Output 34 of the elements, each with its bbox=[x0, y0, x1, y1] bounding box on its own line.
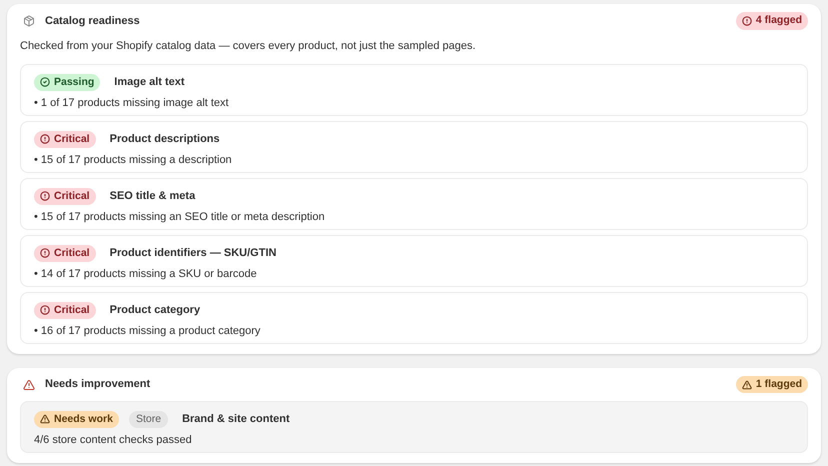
section-title: Catalog readiness bbox=[45, 14, 140, 29]
check-title: Brand & site content bbox=[182, 412, 290, 428]
alert-circle-icon bbox=[742, 16, 752, 26]
check-detail: • 15 of 17 products missing an SEO title or meta description bbox=[34, 210, 326, 226]
status-badge: Critical bbox=[34, 188, 96, 206]
status-badge: 1 flagged bbox=[736, 376, 808, 394]
warning-icon bbox=[40, 414, 50, 424]
alert-circle-icon bbox=[40, 134, 50, 144]
package-icon bbox=[23, 15, 35, 27]
status-badge: Critical bbox=[34, 130, 96, 148]
status-badge: Critical bbox=[34, 302, 96, 320]
check-circle-icon bbox=[40, 77, 50, 88]
status-badge: Critical bbox=[34, 244, 96, 262]
status-badge: 4 flagged bbox=[736, 12, 808, 30]
check-detail: • 1 of 17 products missing image alt text bbox=[34, 96, 230, 112]
check-title: Product category bbox=[110, 303, 200, 318]
check-title: Product identifiers — SKU/GTIN bbox=[110, 246, 276, 262]
check-detail: • 16 of 17 products missing a product category bbox=[34, 324, 262, 340]
section-description: Checked from your Shopify catalog data — covers every product, not just the sampled pages. bbox=[20, 39, 477, 54]
check-title: SEO title & meta bbox=[110, 189, 196, 204]
alert-circle-icon bbox=[40, 305, 50, 316]
check-detail: • 15 of 17 products missing a description bbox=[34, 153, 233, 168]
warning-icon bbox=[23, 378, 35, 390]
check-detail: • 14 of 17 products missing a SKU or barcode bbox=[34, 267, 258, 282]
status-badge: Passing bbox=[34, 74, 100, 92]
category-tag: Store bbox=[128, 410, 168, 428]
check-detail: 4/6 store content checks passed bbox=[34, 433, 193, 448]
alert-circle-icon bbox=[40, 191, 50, 202]
check-title: Image alt text bbox=[114, 75, 185, 90]
warning-icon bbox=[742, 380, 752, 390]
check-title: Product descriptions bbox=[110, 132, 220, 148]
status-badge: Needs work bbox=[34, 410, 119, 428]
alert-circle-icon bbox=[40, 248, 50, 258]
section-title: Needs improvement bbox=[45, 377, 150, 392]
